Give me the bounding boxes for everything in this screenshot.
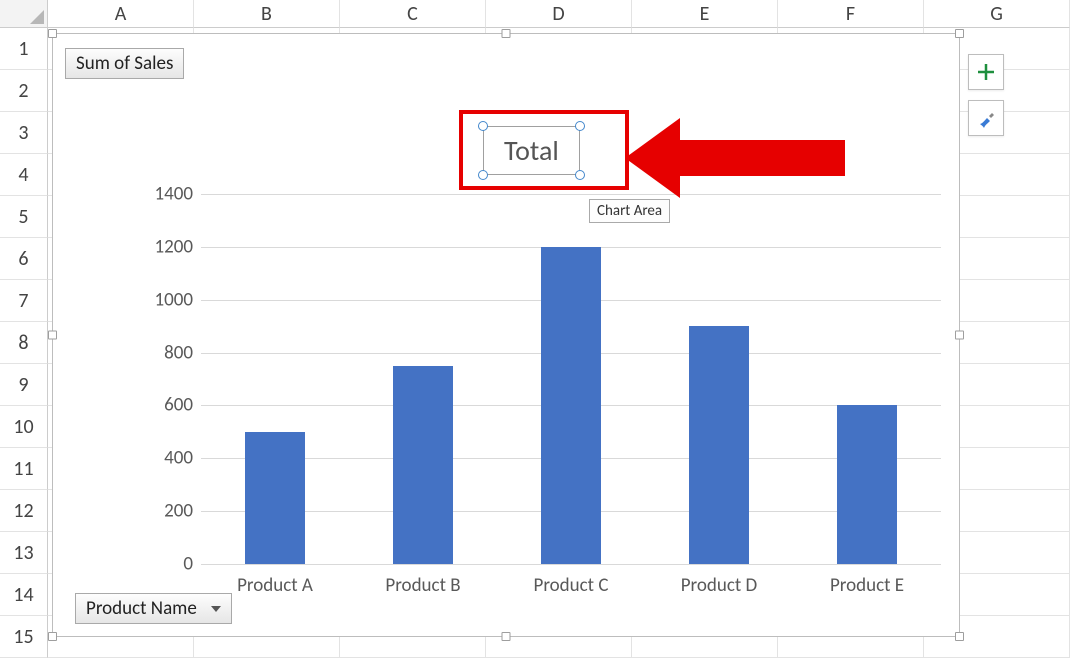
- row-header[interactable]: 12: [0, 490, 48, 532]
- x-axis-label: Product C: [497, 574, 645, 597]
- row-header[interactable]: 10: [0, 406, 48, 448]
- resize-handle[interactable]: [955, 331, 964, 340]
- resize-handle[interactable]: [48, 632, 57, 641]
- bar[interactable]: [245, 432, 305, 564]
- row-header[interactable]: 2: [0, 70, 48, 112]
- resize-handle[interactable]: [48, 331, 57, 340]
- chart-title[interactable]: Total: [483, 126, 580, 175]
- row-header[interactable]: 15: [0, 616, 48, 658]
- row-header[interactable]: 3: [0, 112, 48, 154]
- y-axis-tick: 0: [131, 553, 193, 576]
- col-header[interactable]: A: [48, 0, 194, 28]
- row-header[interactable]: 8: [0, 322, 48, 364]
- y-axis-tick: 200: [131, 500, 193, 523]
- resize-handle[interactable]: [502, 29, 511, 38]
- values-field-label: Sum of Sales: [76, 52, 173, 75]
- row-header[interactable]: 7: [0, 280, 48, 322]
- col-header[interactable]: F: [778, 0, 924, 28]
- y-axis-tick: 600: [131, 394, 193, 417]
- title-resize-handle[interactable]: [478, 121, 488, 131]
- chart-elements-button[interactable]: [968, 54, 1004, 90]
- plus-icon: [976, 62, 996, 82]
- gridline: [201, 564, 941, 565]
- y-axis-tick: 1200: [131, 235, 193, 258]
- chart-title-text: Total: [504, 133, 559, 168]
- title-resize-handle[interactable]: [478, 170, 488, 180]
- title-resize-handle[interactable]: [575, 170, 585, 180]
- bar-series[interactable]: [201, 194, 941, 564]
- annotation-arrow: [625, 118, 845, 198]
- bar[interactable]: [837, 405, 897, 564]
- x-axis-label: Product B: [349, 574, 497, 597]
- chart-styles-button[interactable]: [968, 100, 1004, 136]
- x-axis-label: Product E: [793, 574, 941, 597]
- y-axis-tick: 1400: [131, 183, 193, 206]
- bar[interactable]: [393, 366, 453, 564]
- resize-handle[interactable]: [502, 632, 511, 641]
- plot-area[interactable]: 0200400600800100012001400 Product AProdu…: [131, 194, 941, 564]
- col-header[interactable]: G: [924, 0, 1070, 28]
- row-header[interactable]: 6: [0, 238, 48, 280]
- brush-icon: [976, 108, 996, 128]
- col-header[interactable]: D: [486, 0, 632, 28]
- x-axis-label: Product A: [201, 574, 349, 597]
- y-axis-tick: 1000: [131, 288, 193, 311]
- tooltip-chart-area: Chart Area: [589, 199, 670, 223]
- col-header[interactable]: B: [194, 0, 340, 28]
- row-header[interactable]: 1: [0, 28, 48, 70]
- row-header[interactable]: 5: [0, 196, 48, 238]
- row-header[interactable]: 14: [0, 574, 48, 616]
- col-header[interactable]: E: [632, 0, 778, 28]
- values-field-button[interactable]: Sum of Sales: [65, 48, 184, 79]
- bar[interactable]: [541, 247, 601, 564]
- pivot-chart[interactable]: Sum of Sales Product Name 0 200 400 600 800 1…: [52, 33, 960, 637]
- resize-handle[interactable]: [48, 29, 57, 38]
- row-header[interactable]: 4: [0, 154, 48, 196]
- y-axis-tick: 400: [131, 447, 193, 470]
- row-header[interactable]: 13: [0, 532, 48, 574]
- y-axis-tick: 800: [131, 341, 193, 364]
- bar[interactable]: [689, 326, 749, 564]
- title-resize-handle[interactable]: [575, 121, 585, 131]
- row-header[interactable]: 9: [0, 364, 48, 406]
- x-axis-label: Product D: [645, 574, 793, 597]
- select-all-corner[interactable]: [0, 0, 48, 28]
- row-header[interactable]: 11: [0, 448, 48, 490]
- chevron-down-icon: [211, 606, 221, 612]
- resize-handle[interactable]: [955, 29, 964, 38]
- axis-field-button[interactable]: Product Name: [75, 593, 232, 624]
- col-header[interactable]: C: [340, 0, 486, 28]
- axis-field-label: Product Name: [86, 597, 197, 620]
- resize-handle[interactable]: [955, 632, 964, 641]
